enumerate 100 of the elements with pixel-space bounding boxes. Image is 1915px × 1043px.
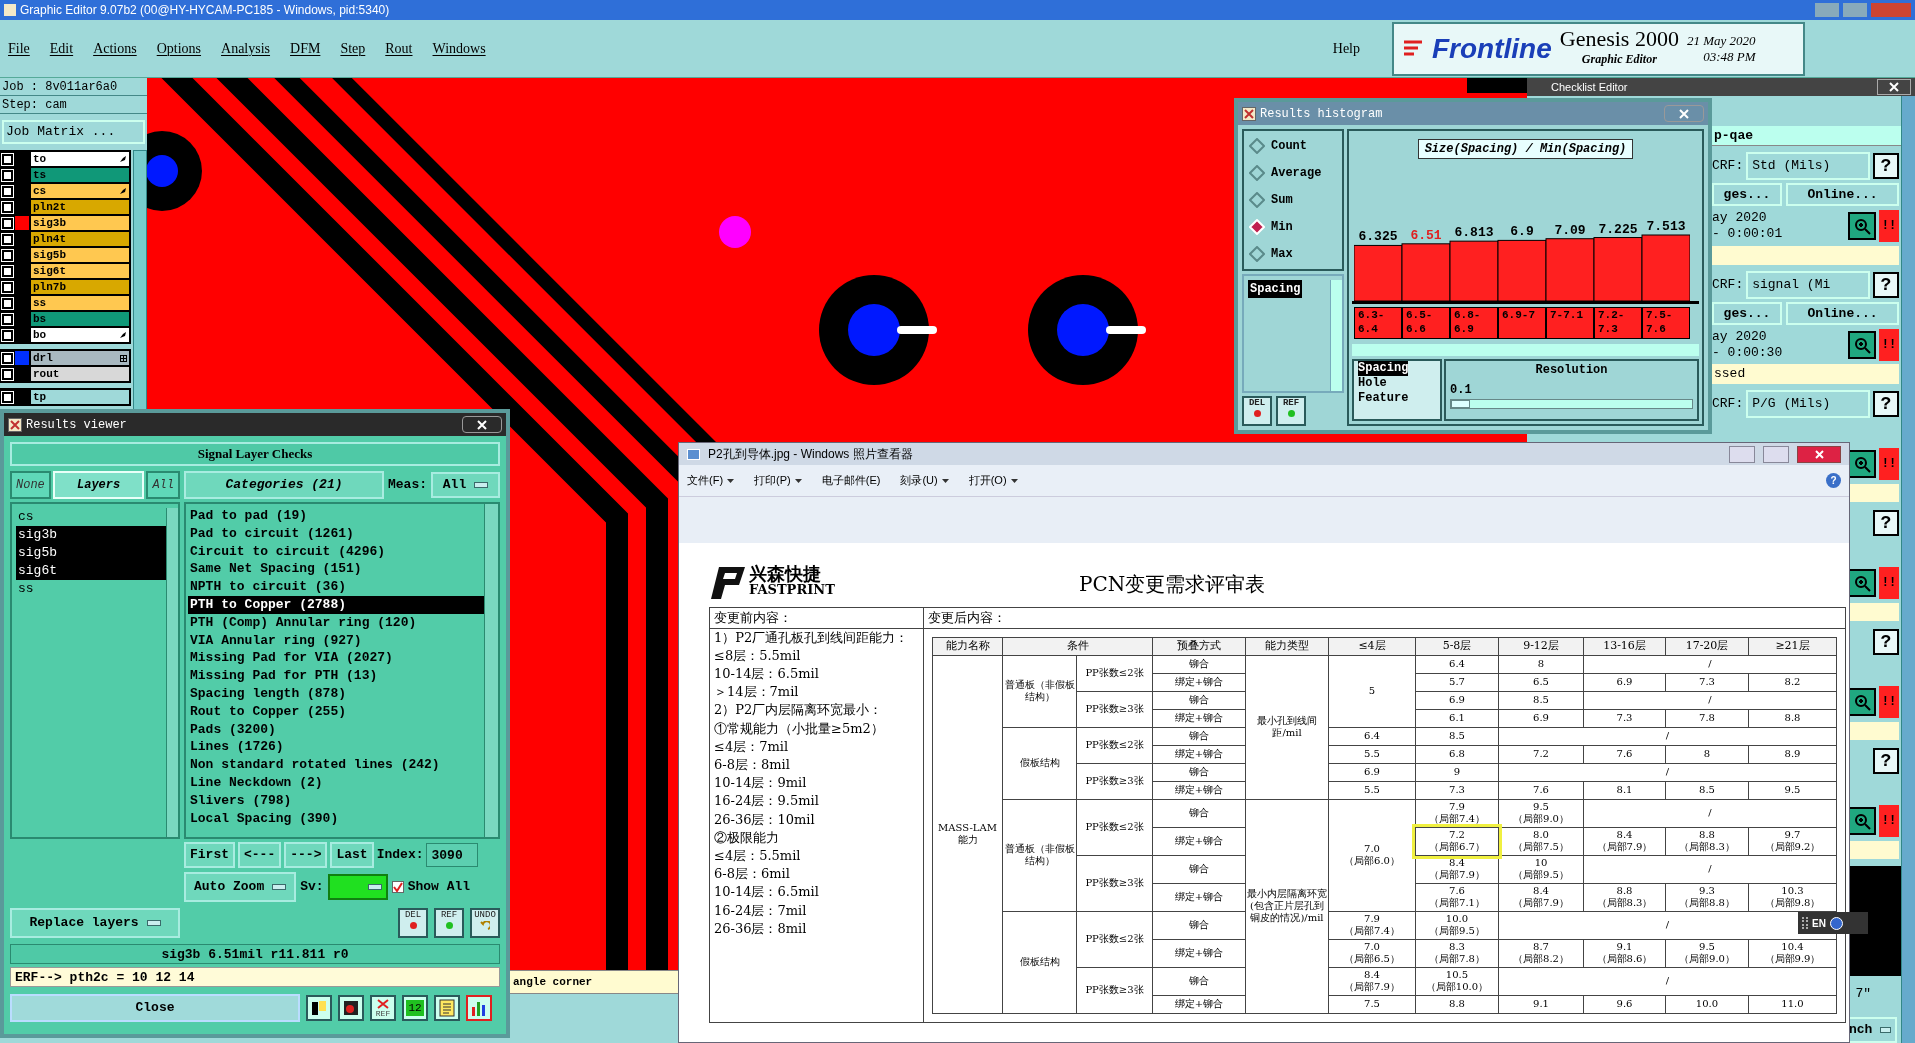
zoom-in-icon[interactable] (1848, 806, 1876, 835)
menu-item[interactable]: Analysis (221, 38, 271, 59)
sv-color-dropdown[interactable] (327, 874, 388, 900)
category-list-item[interactable]: Local Spacing (390) (188, 809, 484, 828)
layer-checkbox[interactable] (2, 313, 13, 325)
layer-checkbox[interactable] (2, 368, 13, 380)
layer-checkbox[interactable] (2, 217, 13, 229)
layer-checkbox[interactable] (2, 329, 13, 341)
layer-list-item[interactable]: sig6t (16, 562, 166, 580)
menu-item[interactable]: 文件(F) (687, 472, 735, 489)
menu-item[interactable]: File (8, 38, 30, 59)
layer-row[interactable]: rout (31, 367, 129, 381)
close-button[interactable]: Close (10, 994, 300, 1022)
slider-thumb[interactable] (1451, 400, 1471, 408)
help-button[interactable]: ? (1873, 271, 1899, 298)
category-list-item[interactable]: VIA Annular ring (927) (188, 631, 484, 650)
layer-checkbox[interactable] (2, 265, 13, 277)
zoom-in-icon[interactable] (1848, 211, 1876, 240)
tool-button[interactable] (338, 995, 364, 1021)
layer-row[interactable]: drl (31, 351, 129, 365)
menu-item[interactable]: Step (340, 38, 366, 59)
layer-row[interactable]: sig6t (31, 264, 129, 278)
show-all-checkbox[interactable] (391, 881, 404, 893)
layer-filter-button[interactable]: None (10, 471, 51, 499)
layer-row[interactable]: cs (31, 184, 129, 198)
help-icon[interactable] (1829, 916, 1843, 930)
resolution-slider[interactable] (1450, 399, 1693, 409)
type-list-item[interactable]: Spacing (1358, 361, 1409, 376)
category-list-item[interactable]: Non standard rotated lines (242) (188, 756, 484, 774)
type-list-item[interactable]: Feature (1358, 391, 1409, 406)
category-list-item[interactable]: Pad to circuit (1261) (188, 524, 484, 543)
layer-checkbox[interactable] (2, 297, 13, 309)
help-button[interactable]: ? (1873, 628, 1899, 655)
help-button[interactable]: ? (1873, 509, 1899, 536)
ranges-button[interactable]: ges... (1712, 182, 1782, 207)
layer-row[interactable]: sig5b (31, 248, 129, 262)
erf-field[interactable]: P/G (Mils) (1746, 389, 1870, 418)
attribute-list-item[interactable]: Spacing (1248, 280, 1303, 298)
layer-list-item[interactable]: cs (16, 508, 166, 526)
layer-list-item[interactable]: ss (16, 580, 166, 598)
layer-row[interactable]: to (31, 152, 129, 166)
layer-checkbox[interactable] (2, 352, 13, 364)
layer-row[interactable]: bo (31, 328, 129, 342)
histogram-tool-button[interactable] (466, 995, 492, 1021)
menu-item[interactable]: Windows (432, 38, 486, 59)
category-list-item[interactable]: PTH (Comp) Annular ring (120) (188, 613, 484, 632)
tool-button[interactable]: REF (370, 995, 396, 1021)
meas-dropdown[interactable]: All (431, 472, 500, 498)
radio-button[interactable] (1249, 246, 1265, 262)
category-list-item[interactable]: Spacing length (878) (188, 684, 484, 703)
index-field[interactable]: 3090 (426, 843, 479, 867)
layer-row[interactable]: pln4t (31, 232, 129, 246)
help-menu[interactable]: Help (1332, 38, 1360, 59)
layer-checkbox[interactable] (2, 185, 13, 197)
help-button[interactable]: ? (1873, 390, 1899, 417)
maximize-button[interactable] (1763, 445, 1789, 463)
ranges-button[interactable]: ges... (1712, 301, 1782, 325)
undo-button[interactable]: UNDO (470, 908, 500, 938)
erf-field[interactable]: Std (Mils) (1746, 151, 1870, 180)
nav-button[interactable]: <--- (238, 842, 282, 868)
zoom-in-icon[interactable] (1848, 449, 1876, 478)
unit-dropdown[interactable]: nch (1847, 1017, 1897, 1043)
replace-layers-dropdown[interactable]: Replace layers (10, 908, 180, 938)
online-button[interactable]: Online... (1786, 182, 1899, 207)
category-list-item[interactable]: PTH to Copper (2788) (188, 596, 484, 614)
category-list-item[interactable]: Rout to Copper (255) (188, 702, 484, 721)
type-list-item[interactable]: Hole (1358, 376, 1387, 391)
del-button[interactable]: DEL (398, 908, 428, 938)
help-button[interactable]: ? (1873, 747, 1899, 774)
menu-item[interactable]: Rout (385, 38, 413, 59)
menu-item[interactable]: 打开(O) (968, 472, 1018, 489)
category-list-item[interactable]: Circuit to circuit (4296) (188, 542, 484, 561)
zoom-in-icon[interactable] (1848, 687, 1876, 716)
minimize-button[interactable] (1729, 445, 1755, 463)
layer-list-item[interactable]: sig3b (16, 526, 166, 544)
layer-row[interactable]: ts (31, 168, 129, 182)
category-list-item[interactable]: Pad to pad (19) (188, 507, 484, 525)
categories-button[interactable]: Categories (21) (184, 471, 384, 499)
menu-item[interactable]: 刻录(U) (900, 472, 949, 489)
layer-row[interactable]: tp (31, 390, 129, 404)
category-list-item[interactable]: Line Neckdown (2) (188, 773, 484, 792)
category-list-item[interactable]: Missing Pad for PTH (13) (188, 667, 484, 685)
menu-item[interactable]: Edit (49, 38, 74, 59)
help-button[interactable]: ? (1826, 473, 1841, 488)
zoom-mode-dropdown[interactable]: Auto Zoom (184, 872, 297, 902)
ref-button[interactable]: REF (434, 908, 464, 938)
layer-row[interactable]: sig3b (31, 216, 129, 230)
close-button[interactable] (1797, 445, 1841, 463)
layer-filter-button[interactable]: All (146, 471, 180, 499)
menu-item[interactable]: Actions (93, 38, 137, 59)
online-button[interactable]: Online... (1786, 301, 1899, 325)
category-list-item[interactable]: Same Net Spacing (151) (188, 560, 484, 579)
nav-button[interactable]: Last (330, 842, 374, 868)
category-list-item[interactable]: NPTH to circuit (36) (188, 578, 484, 596)
layer-checkbox[interactable] (2, 233, 13, 245)
category-list-item[interactable]: Lines (1726) (188, 738, 484, 757)
menu-item[interactable]: Options (156, 38, 202, 59)
zoom-in-icon[interactable] (1848, 330, 1876, 359)
layer-checkbox[interactable] (2, 249, 13, 261)
radio-button[interactable] (1249, 138, 1265, 154)
